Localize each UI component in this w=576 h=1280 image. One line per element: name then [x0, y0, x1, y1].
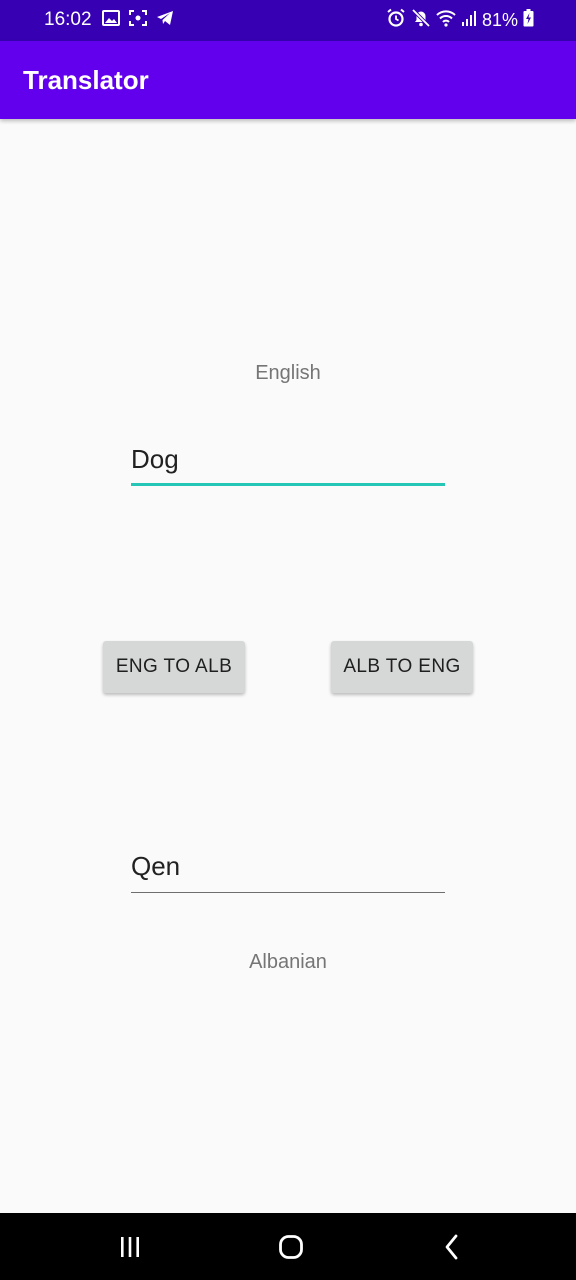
- gallery-icon: [102, 9, 120, 31]
- home-icon[interactable]: [271, 1231, 311, 1263]
- navigation-bar: [0, 1213, 576, 1280]
- alb-to-eng-button[interactable]: ALB TO ENG: [331, 641, 473, 693]
- telegram-icon: [156, 10, 174, 31]
- battery-charging-icon: [523, 8, 534, 32]
- target-text-field[interactable]: Qen: [131, 847, 445, 893]
- wifi-icon: [436, 9, 456, 32]
- eng-to-alb-button[interactable]: ENG TO ALB: [103, 641, 245, 693]
- status-left-icons: [102, 9, 174, 31]
- screenshot-icon: [129, 9, 147, 31]
- source-text-value: Dog: [131, 444, 179, 474]
- status-bar: 16:02 81%: [0, 0, 576, 41]
- status-time: 16:02: [44, 9, 92, 30]
- source-field-underline: [131, 483, 445, 486]
- target-text-value: Qen: [131, 851, 181, 881]
- target-language-label: Albanian: [249, 951, 327, 973]
- battery-percent: 81%: [481, 10, 518, 30]
- mute-icon: [411, 8, 431, 33]
- recent-apps-icon[interactable]: [110, 1231, 150, 1263]
- back-icon[interactable]: [432, 1231, 472, 1263]
- source-text-field[interactable]: Dog: [131, 440, 445, 486]
- alarm-icon: [386, 8, 406, 33]
- source-language-label: English: [255, 362, 321, 384]
- status-right-icons: 81%: [386, 8, 534, 33]
- app-title: Translator: [23, 65, 149, 95]
- target-field-underline: [131, 892, 445, 893]
- signal-icon: [461, 9, 477, 32]
- app-bar: Translator: [0, 41, 576, 119]
